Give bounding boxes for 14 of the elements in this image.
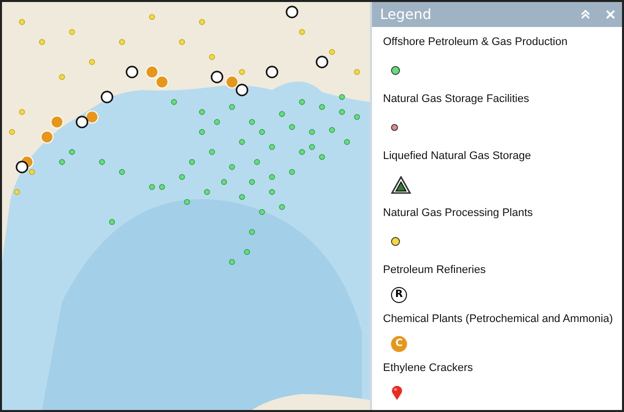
collapse-icon[interactable] — [580, 9, 591, 20]
legend-label: Offshore Petroleum & Gas Production — [383, 35, 568, 49]
legend-label: Ethylene Crackers — [383, 361, 474, 375]
legend-label: Natural Gas Storage Facilities — [383, 92, 530, 106]
circled-letter-icon: R — [391, 286, 407, 302]
map-pin-icon — [391, 384, 403, 400]
legend-title: Legend — [380, 6, 432, 22]
legend-label: Petroleum Refineries — [383, 263, 487, 277]
close-icon[interactable] — [605, 9, 616, 20]
legend-label: Chemical Plants (Petrochemical and Ammonia) — [383, 312, 614, 326]
legend-label: Natural Gas Processing Plants — [383, 206, 534, 220]
triangle-icon — [391, 176, 411, 194]
legend-label: Liquefied Natural Gas Storage — [383, 149, 532, 163]
filled-circle-icon: C — [391, 336, 407, 352]
